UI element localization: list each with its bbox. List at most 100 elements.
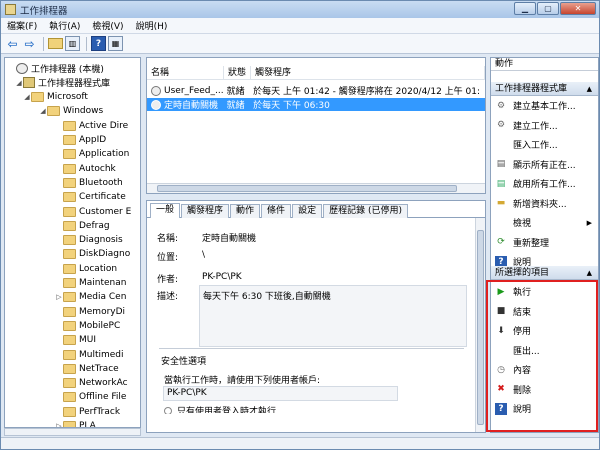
action-item-label: 匯出... — [513, 346, 540, 357]
tree-item[interactable]: Offline File — [55, 391, 126, 404]
tree-item[interactable]: DiskDiagno — [55, 248, 130, 261]
tree-item[interactable]: Multimedi — [55, 348, 124, 361]
action-item[interactable]: ? 說明 — [491, 401, 598, 416]
tree-item[interactable]: Bluetooth — [55, 176, 123, 189]
action-item[interactable]: ▤ 啟用所有工作... — [491, 176, 598, 191]
scrollbar-thumb[interactable] — [157, 185, 457, 192]
tab-conditions[interactable]: 條件 — [261, 204, 292, 218]
tab-settings[interactable]: 設定 — [292, 204, 323, 218]
actions-section-selected-item[interactable]: 所選擇的項目 ▲ — [491, 266, 598, 280]
expand-arrow-icon[interactable]: ◢ — [23, 93, 31, 101]
action-item-label: 停用 — [513, 327, 532, 337]
scrollbar-thumb[interactable] — [477, 230, 484, 425]
action-item[interactable]: ◷ 內容 — [491, 362, 598, 377]
tree-item[interactable]: NetworkAc — [55, 377, 128, 390]
menu-action[interactable]: 執行(A) — [49, 19, 80, 32]
tree-item[interactable]: ◢ 工作排程器程式庫 — [15, 76, 110, 89]
action-item[interactable]: ⚙ 建立工作... — [491, 118, 598, 133]
tree-item[interactable]: Location — [55, 262, 117, 275]
tree-item-label: Defrag — [79, 220, 110, 231]
tree-item-label: MUI — [79, 335, 97, 346]
tree-item[interactable]: Diagnosis — [55, 234, 123, 247]
tree-item[interactable]: Autochk — [55, 162, 116, 175]
task-list-horizontal-scrollbar[interactable] — [147, 183, 485, 193]
tree-item[interactable]: PerfTrack — [55, 405, 120, 418]
tab-general[interactable]: 一般 — [150, 203, 181, 218]
running-tasks-icon: ▤ — [496, 159, 506, 169]
collapse-arrow-icon[interactable]: ▲ — [587, 82, 592, 96]
table-row[interactable]: 定時自動關機 就緒 於每天 下午 06:30 — [147, 98, 485, 111]
tree-item[interactable]: ▷ PLA — [55, 420, 96, 427]
folder-icon — [63, 263, 76, 274]
up-folder-icon[interactable] — [48, 38, 63, 49]
window-controls: ▁ ▢ ✕ — [513, 2, 596, 15]
security-user-value: PK-PC\PK — [163, 386, 398, 401]
table-row[interactable]: User_Feed_... 就緒 於每天 上午 01:42 - 觸發程序將在 2… — [147, 84, 485, 97]
tree-item[interactable]: Defrag — [55, 219, 110, 232]
tab-triggers[interactable]: 觸發程序 — [181, 204, 230, 218]
stop-icon: ■ — [496, 306, 506, 316]
task-status: 就緒 — [226, 87, 245, 97]
show-hide-tree-icon[interactable]: ▥ — [65, 36, 80, 51]
details-vertical-scrollbar[interactable] — [475, 218, 485, 432]
folder-icon — [63, 249, 76, 260]
location-label: 位置: — [157, 253, 179, 263]
help-icon[interactable]: ? — [91, 36, 106, 51]
expand-arrow-icon[interactable]: ◢ — [15, 79, 23, 87]
tree-item[interactable]: NetTrace — [55, 362, 119, 375]
tree-item[interactable]: MemoryDi — [55, 305, 125, 318]
menu-view[interactable]: 檢視(V) — [92, 19, 123, 32]
task-icon — [151, 85, 161, 96]
action-item[interactable]: ▤ 顯示所有正在... — [491, 157, 598, 172]
folder-icon — [63, 306, 76, 317]
tree-item[interactable]: ◢ Microsoft — [23, 91, 88, 104]
tab-actions[interactable]: 動作 — [230, 204, 261, 218]
tree-item[interactable]: ◢ Windows — [39, 105, 103, 118]
tree-item[interactable]: Certificate — [55, 191, 126, 204]
folder-icon — [63, 163, 76, 174]
action-item[interactable]: ▬ 新增資料夾... — [491, 196, 598, 211]
security-account-text: 當執行工作時，請使用下列使用者帳戶: — [164, 376, 321, 386]
maximize-button[interactable]: ▢ — [537, 2, 559, 15]
action-item[interactable]: ✖ 刪除 — [491, 382, 598, 397]
actions-section-library[interactable]: 工作排程器程式庫 ▲ — [491, 82, 598, 96]
action-item[interactable]: ▶ 執行 — [491, 284, 598, 299]
collapse-arrow-icon[interactable]: ▲ — [587, 266, 592, 280]
minimize-button[interactable]: ▁ — [514, 2, 536, 15]
menu-help[interactable]: 說明(H) — [136, 19, 168, 32]
action-item[interactable]: 匯出... — [491, 343, 598, 358]
tab-history[interactable]: 歷程記錄 (已停用) — [323, 204, 408, 218]
tree-item[interactable]: Active Dire — [55, 119, 128, 132]
menu-file[interactable]: 檔案(F) — [7, 19, 37, 32]
action-item[interactable]: ⬇ 停用 — [491, 323, 598, 338]
tree-horizontal-scrollbar[interactable] — [4, 428, 141, 436]
tree-item[interactable]: MUI — [55, 334, 96, 347]
tree-item[interactable]: ▷ Media Cen — [55, 291, 126, 304]
tree-item[interactable]: Maintenan — [55, 277, 126, 290]
radio-icon[interactable] — [164, 406, 172, 414]
tree-item[interactable]: Customer E — [55, 205, 131, 218]
action-item[interactable]: ⚙ 建立基本工作... — [491, 98, 598, 113]
tree-item[interactable]: MobilePC — [55, 319, 120, 332]
refresh-icon: ⟳ — [497, 237, 505, 247]
close-button[interactable]: ✕ — [560, 2, 596, 15]
back-arrow-icon[interactable]: ⇦ — [5, 36, 20, 51]
tree-item[interactable]: Application — [55, 148, 129, 161]
column-header-name[interactable]: 名稱 — [147, 66, 224, 80]
action-item[interactable]: 檢視 ▶ — [491, 215, 598, 230]
folder-icon — [63, 220, 76, 231]
expand-arrow-icon[interactable]: ▷ — [55, 293, 63, 301]
delete-icon: ✖ — [497, 384, 505, 394]
action-item[interactable]: ⟳ 重新整理 — [491, 235, 598, 250]
action-item[interactable]: ■ 結束 — [491, 304, 598, 319]
expand-arrow-icon[interactable]: ◢ — [39, 107, 47, 115]
tree-item[interactable]: 工作排程器 (本機) — [8, 62, 104, 75]
forward-arrow-icon[interactable]: ⇨ — [22, 36, 37, 51]
show-hide-action-pane-icon[interactable]: ▦ — [108, 36, 123, 51]
column-header-status[interactable]: 狀態 — [224, 66, 251, 80]
tree-item-label: MobilePC — [79, 320, 121, 331]
action-item[interactable]: 匯入工作... — [491, 137, 598, 152]
column-header-trigger[interactable]: 觸發程序 — [251, 66, 485, 80]
tree-item[interactable]: AppID — [55, 134, 106, 147]
toolbar: ⇦ ⇨ ▥ ? ▦ — [1, 34, 599, 54]
